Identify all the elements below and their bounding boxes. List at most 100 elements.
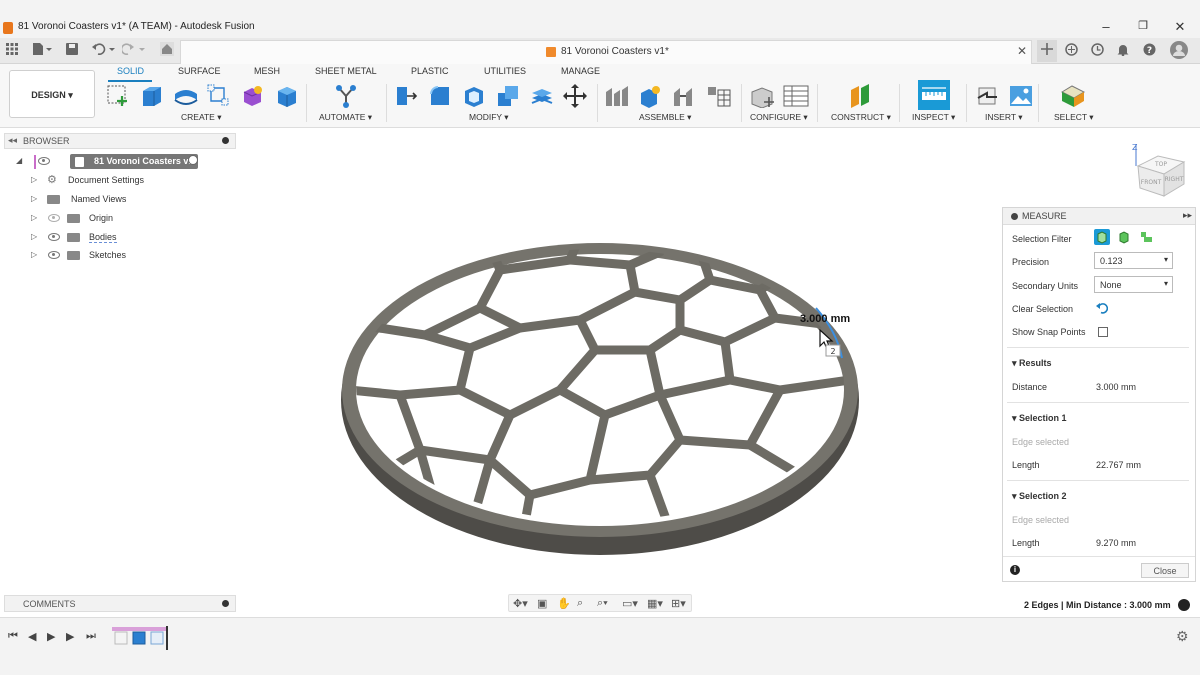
browser-item-named-views[interactable]: ▷ Named Views <box>14 192 214 208</box>
tab-plastic[interactable]: PLASTIC <box>411 66 449 76</box>
browser-item-bodies[interactable]: ▷ Bodies <box>14 230 214 246</box>
job-status-icon[interactable] <box>1089 43 1105 59</box>
go-to-start-icon[interactable]: ⏮ <box>8 630 18 643</box>
group-insert[interactable]: INSERT ▾ <box>985 112 1023 123</box>
tab-surface[interactable]: SURFACE <box>178 66 221 76</box>
undo-icon[interactable] <box>92 43 116 58</box>
restore-button[interactable]: ❐ <box>1133 19 1153 32</box>
document-tab[interactable]: 81 Voronoi Coasters v1* ✕ <box>180 40 1032 64</box>
results-section-header[interactable]: ▾ Results <box>1012 358 1052 369</box>
visibility-eye-icon[interactable] <box>48 251 60 259</box>
redo-icon[interactable] <box>120 43 146 58</box>
timeline-sketch-icon[interactable] <box>114 631 128 645</box>
create-sketch-icon[interactable] <box>106 84 130 108</box>
zoom-icon[interactable]: ⌕ <box>577 597 583 610</box>
expand-icon[interactable]: ▷ <box>31 194 37 203</box>
go-to-end-icon[interactable]: ⏭ <box>86 630 96 643</box>
offset-plane-icon[interactable] <box>849 84 873 108</box>
workspace-switcher[interactable]: DESIGN ▾ <box>9 70 95 118</box>
new-component-icon[interactable] <box>604 84 628 108</box>
group-create[interactable]: CREATE ▾ <box>181 112 221 123</box>
root-component[interactable]: 81 Voronoi Coasters v1 <box>70 154 198 169</box>
notifications-icon[interactable] <box>1115 43 1131 59</box>
browser-root[interactable]: ◢ 81 Voronoi Coasters v1 <box>14 154 204 170</box>
timeline-features[interactable] <box>112 624 174 652</box>
combine-icon[interactable] <box>496 84 520 108</box>
look-at-icon[interactable]: ▣ <box>537 597 547 610</box>
offset-face-icon[interactable] <box>530 84 554 108</box>
collapse-icon[interactable]: ◢ <box>16 156 22 165</box>
group-modify[interactable]: MODIFY ▾ <box>469 112 509 123</box>
insert-canvas-icon[interactable] <box>1009 84 1033 108</box>
group-assemble[interactable]: ASSEMBLE ▾ <box>639 112 691 123</box>
help-icon[interactable]: ? <box>1141 43 1157 59</box>
info-icon[interactable]: i <box>1010 565 1020 575</box>
press-pull-icon[interactable] <box>394 84 418 108</box>
filter-face-icon[interactable] <box>1116 229 1132 245</box>
profile-icon[interactable] <box>1170 41 1188 62</box>
document-tab-close-icon[interactable]: ✕ <box>1017 44 1027 58</box>
filter-body-icon[interactable] <box>1094 229 1110 245</box>
display-settings-icon[interactable]: ▭▾ <box>622 597 638 610</box>
precision-dropdown[interactable]: 0.123 ▾ <box>1094 252 1173 269</box>
as-built-joint-icon[interactable] <box>672 84 696 108</box>
minimize-button[interactable]: – <box>1096 19 1116 34</box>
expand-panel-icon[interactable]: ▸▸ <box>1183 210 1192 221</box>
configuration-table-icon[interactable] <box>783 84 809 108</box>
timeline-settings-gear-icon[interactable]: ⚙ <box>1176 628 1189 645</box>
grid-settings-icon[interactable]: ▦▾ <box>647 597 663 610</box>
browser-panel-header[interactable]: ◂◂ BROWSER <box>4 133 236 149</box>
view-cube[interactable]: Z TOP FRONT RIGHT <box>1128 140 1190 202</box>
file-icon[interactable] <box>32 43 52 58</box>
show-snap-points-checkbox[interactable] <box>1098 327 1108 337</box>
sweep-icon[interactable] <box>207 84 231 108</box>
comments-pin-icon[interactable] <box>222 600 229 607</box>
add-tab-icon[interactable] <box>1037 40 1057 62</box>
browser-pin-icon[interactable] <box>222 137 229 144</box>
clear-selection-undo-icon[interactable] <box>1096 302 1108 314</box>
coaster-model[interactable] <box>330 230 870 570</box>
filter-component-icon[interactable] <box>1138 229 1154 245</box>
browser-item-sketches[interactable]: ▷ Sketches <box>14 248 214 264</box>
close-button[interactable]: Close <box>1141 563 1189 578</box>
expand-icon[interactable]: ▷ <box>31 213 37 222</box>
step-forward-icon[interactable]: ▶ <box>66 630 74 643</box>
form-icon[interactable] <box>241 84 265 108</box>
group-configure[interactable]: CONFIGURE ▾ <box>750 112 808 123</box>
comments-panel-header[interactable]: COMMENTS <box>4 595 236 612</box>
pan-icon[interactable]: ✋ <box>557 597 571 610</box>
selection1-section-header[interactable]: ▾ Selection 1 <box>1012 413 1067 424</box>
home-icon[interactable] <box>160 42 174 59</box>
expand-icon[interactable]: ▷ <box>31 250 37 259</box>
visibility-eye-icon[interactable] <box>38 157 50 165</box>
tab-mesh[interactable]: MESH <box>254 66 280 76</box>
browser-item-origin[interactable]: ▷ Origin <box>14 211 214 227</box>
group-automate[interactable]: AUTOMATE ▾ <box>319 112 372 123</box>
timeline-marker[interactable] <box>166 626 168 650</box>
move-copy-icon[interactable] <box>563 84 587 108</box>
group-construct[interactable]: CONSTRUCT ▾ <box>831 112 891 123</box>
tab-solid[interactable]: SOLID <box>117 66 144 76</box>
group-select[interactable]: SELECT ▾ <box>1054 112 1094 123</box>
play-icon[interactable]: ▶ <box>47 630 55 643</box>
measure-panel-header[interactable]: MEASURE ▸▸ <box>1003 208 1195 225</box>
orbit-icon[interactable]: ✥▾ <box>513 597 528 610</box>
insert-derive-icon[interactable] <box>976 84 1000 108</box>
selection2-section-header[interactable]: ▾ Selection 2 <box>1012 491 1067 502</box>
close-window-button[interactable]: ✕ <box>1170 19 1190 35</box>
visibility-eye-icon[interactable] <box>48 214 60 222</box>
viewcube-top-label[interactable]: TOP <box>1154 161 1167 168</box>
shell-icon[interactable] <box>462 84 486 108</box>
revolve-icon[interactable] <box>173 84 198 108</box>
timeline-pattern-icon[interactable] <box>150 631 164 645</box>
group-inspect[interactable]: INSPECT ▾ <box>912 112 955 123</box>
status-options-icon[interactable] <box>1178 599 1190 611</box>
timeline-extrude-icon[interactable] <box>132 631 146 645</box>
joint-icon[interactable] <box>638 84 662 108</box>
visibility-eye-icon[interactable] <box>48 233 60 241</box>
configure-icon[interactable] <box>750 84 774 109</box>
expand-icon[interactable]: ▷ <box>31 232 37 241</box>
viewcube-front-label[interactable]: FRONT <box>1141 179 1162 186</box>
expand-icon[interactable]: ▷ <box>31 175 37 184</box>
viewports-icon[interactable]: ⊞▾ <box>671 597 686 610</box>
